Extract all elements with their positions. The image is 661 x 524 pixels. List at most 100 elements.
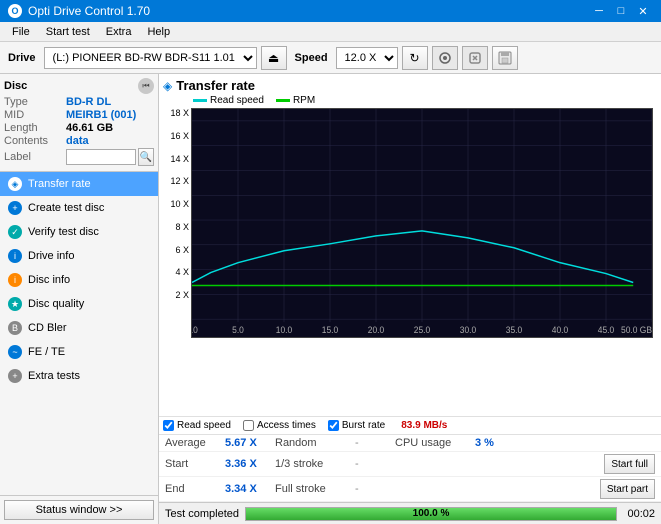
save-button[interactable] xyxy=(492,46,518,70)
chart-area: ◈ Transfer rate Read speed RPM 18 X 16 X xyxy=(159,74,661,416)
minimize-button[interactable]: ─ xyxy=(589,3,609,19)
stats-stroke13-label: 1/3 stroke xyxy=(275,458,355,470)
svg-text:5.0: 5.0 xyxy=(232,325,244,335)
disc-label-search-btn[interactable]: 🔍 xyxy=(138,148,154,166)
check-read-speed-label: Read speed xyxy=(177,420,231,431)
menu-help[interactable]: Help xyxy=(139,24,178,40)
stats-stroke13-value: - xyxy=(355,458,395,470)
speed-select[interactable]: 12.0 X xyxy=(336,47,398,69)
close-button[interactable]: ✕ xyxy=(633,3,653,19)
nav-icon-disc-info: i xyxy=(8,273,22,287)
title-bar: O Opti Drive Control 1.70 ─ □ ✕ xyxy=(0,0,661,22)
stats-end-value: 3.34 X xyxy=(225,483,275,495)
status-bar: Status window >> xyxy=(0,495,158,524)
checkbox-read-speed[interactable] xyxy=(163,420,174,431)
nav-item-fe-te[interactable]: ~ FE / TE xyxy=(0,340,158,364)
main-content: Disc ⏮ Type BD-R DL MID MEIRB1 (001) Len… xyxy=(0,74,661,524)
nav-item-extra-tests[interactable]: + Extra tests xyxy=(0,364,158,388)
speed-label: Speed xyxy=(291,52,332,64)
legend-read-speed: Read speed xyxy=(193,95,264,106)
nav-item-cd-bler[interactable]: B CD Bler xyxy=(0,316,158,340)
stats-random-label: Random xyxy=(275,437,355,449)
disc-label-input[interactable] xyxy=(66,149,136,165)
svg-text:45.0: 45.0 xyxy=(598,325,615,335)
toolbar: Drive (L:) PIONEER BD-RW BDR-S11 1.01 ⏏ … xyxy=(0,42,661,74)
action-btn-1[interactable] xyxy=(432,46,458,70)
stats-end-label: End xyxy=(165,483,225,495)
nav-icon-extra-tests: + xyxy=(8,369,22,383)
disc-length-value: 46.61 GB xyxy=(66,122,113,134)
nav-label-disc-info: Disc info xyxy=(28,274,70,286)
drive-select[interactable]: (L:) PIONEER BD-RW BDR-S11 1.01 xyxy=(44,47,257,69)
menu-extra[interactable]: Extra xyxy=(98,24,140,40)
progress-bar-area: Test completed 100.0 % 00:02 xyxy=(159,502,661,524)
refresh-button[interactable]: ↻ xyxy=(402,46,428,70)
legend-rpm: RPM xyxy=(276,95,315,106)
checkbox-access-times[interactable] xyxy=(243,420,254,431)
stats-section: Average 5.67 X Random - CPU usage 3 % St… xyxy=(159,434,661,502)
maximize-button[interactable]: □ xyxy=(611,3,631,19)
progress-label: Test completed xyxy=(165,508,239,520)
disc-contents-value[interactable]: data xyxy=(66,135,89,147)
check-burst-rate: Burst rate xyxy=(328,420,385,431)
nav-label-create-test-disc: Create test disc xyxy=(28,202,104,214)
nav-item-drive-info[interactable]: i Drive info xyxy=(0,244,158,268)
stats-start-value: 3.36 X xyxy=(225,458,275,470)
menu-file[interactable]: File xyxy=(4,24,38,40)
nav-icon-create-test-disc: + xyxy=(8,201,22,215)
nav-icon-disc-quality: ★ xyxy=(8,297,22,311)
right-panel: ◈ Transfer rate Read speed RPM 18 X 16 X xyxy=(159,74,661,524)
app-icon: O xyxy=(8,4,22,18)
nav-icon-drive-info: i xyxy=(8,249,22,263)
y-label-16: 16 X xyxy=(163,131,189,141)
disc-contents-label: Contents xyxy=(4,135,66,147)
stats-row-3: End 3.34 X Full stroke - Start part xyxy=(159,477,661,502)
stats-avg-label: Average xyxy=(165,437,225,449)
menu-start-test[interactable]: Start test xyxy=(38,24,98,40)
window-controls: ─ □ ✕ xyxy=(589,3,653,19)
drive-label: Drive xyxy=(4,52,40,64)
nav-icon-verify-test-disc: ✓ xyxy=(8,225,22,239)
checkbox-burst-rate[interactable] xyxy=(328,420,339,431)
nav-item-transfer-rate[interactable]: ◈ Transfer rate xyxy=(0,172,158,196)
svg-text:25.0: 25.0 xyxy=(414,325,431,335)
svg-text:0.0: 0.0 xyxy=(192,325,198,335)
svg-text:30.0: 30.0 xyxy=(460,325,477,335)
y-label-6: 6 X xyxy=(163,245,189,255)
chart-svg: 0.0 5.0 10.0 15.0 20.0 25.0 30.0 35.0 40… xyxy=(192,109,652,337)
start-part-button[interactable]: Start part xyxy=(600,479,655,499)
eject-button[interactable]: ⏏ xyxy=(261,46,287,70)
stats-row-1: Average 5.67 X Random - CPU usage 3 % xyxy=(159,435,661,452)
progress-bar-outer: 100.0 % xyxy=(245,507,617,521)
progress-time: 00:02 xyxy=(623,508,655,520)
chart-legend: Read speed RPM xyxy=(163,95,657,106)
svg-text:35.0: 35.0 xyxy=(506,325,523,335)
nav-item-disc-info[interactable]: i Disc info xyxy=(0,268,158,292)
nav-label-verify-test-disc: Verify test disc xyxy=(28,226,99,238)
disc-length-label: Length xyxy=(4,122,66,134)
y-label-4: 4 X xyxy=(163,267,189,277)
action-btn-2[interactable] xyxy=(462,46,488,70)
status-window-btn[interactable]: Status window >> xyxy=(4,500,154,520)
start-full-button[interactable]: Start full xyxy=(604,454,655,474)
disc-section: Disc ⏮ Type BD-R DL MID MEIRB1 (001) Len… xyxy=(0,74,158,172)
nav-label-transfer-rate: Transfer rate xyxy=(28,178,91,190)
nav-item-disc-quality[interactable]: ★ Disc quality xyxy=(0,292,158,316)
y-label-10: 10 X xyxy=(163,199,189,209)
y-label-2: 2 X xyxy=(163,290,189,300)
disc-mid-value: MEIRB1 (001) xyxy=(66,109,136,121)
progress-text: 100.0 % xyxy=(246,508,616,520)
check-access-times: Access times xyxy=(243,420,316,431)
check-read-speed: Read speed xyxy=(163,420,231,431)
nav-item-create-test-disc[interactable]: + Create test disc xyxy=(0,196,158,220)
stats-start-label: Start xyxy=(165,458,225,470)
disc-label-row: Label 🔍 xyxy=(4,148,154,166)
stats-fullstroke-value: - xyxy=(355,483,395,495)
legend-label-rpm: RPM xyxy=(293,95,315,106)
stats-cpu-label: CPU usage xyxy=(395,437,475,449)
svg-text:20.0: 20.0 xyxy=(368,325,385,335)
nav-item-verify-test-disc[interactable]: ✓ Verify test disc xyxy=(0,220,158,244)
disc-type-value: BD-R DL xyxy=(66,96,111,108)
stats-avg-value: 5.67 X xyxy=(225,437,275,449)
disc-icon-btn[interactable]: ⏮ xyxy=(138,78,154,94)
